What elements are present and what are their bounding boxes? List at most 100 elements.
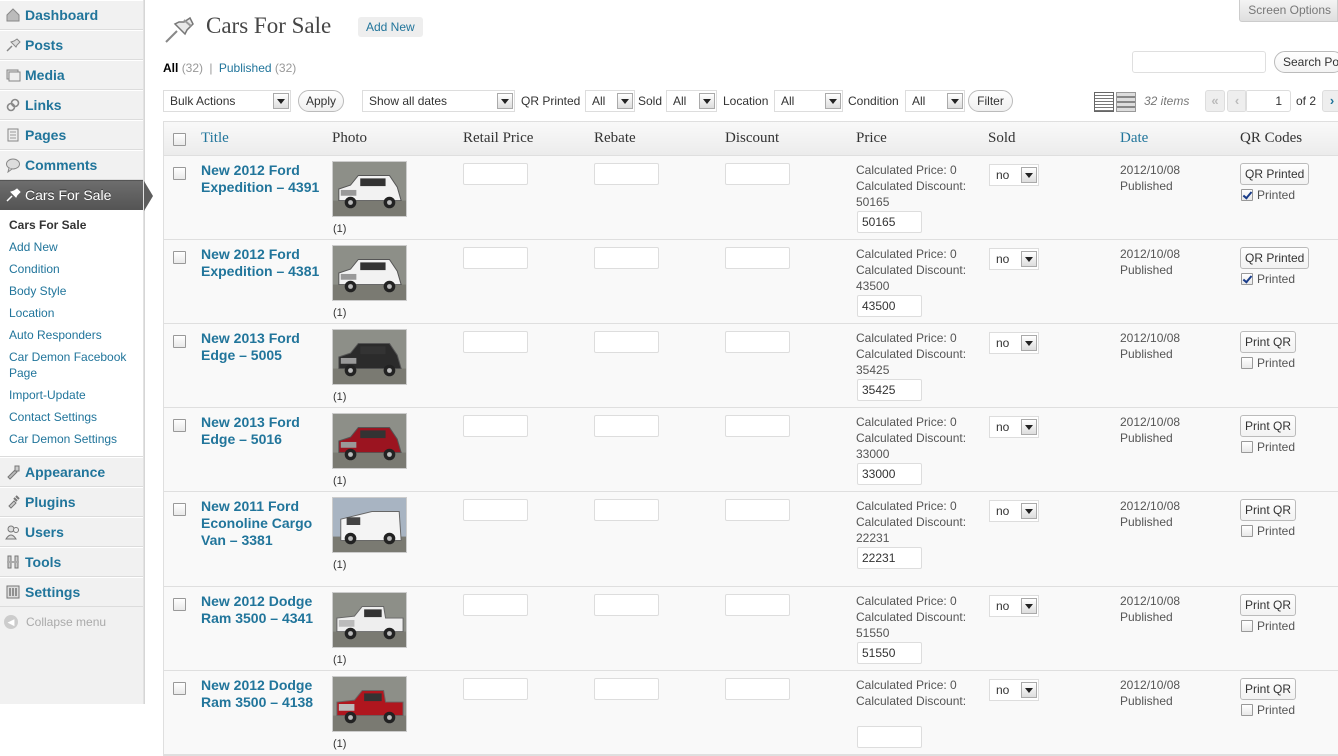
row-checkbox[interactable] (173, 682, 186, 695)
search-posts-button[interactable]: Search Po (1274, 51, 1338, 73)
car-photo[interactable] (332, 592, 407, 648)
discount-input[interactable] (725, 594, 790, 616)
car-photo[interactable] (332, 497, 407, 553)
submenu-item-car-demon-facebook-page[interactable]: Car Demon Facebook Page (0, 346, 144, 384)
condition-filter-select[interactable]: All (905, 90, 965, 112)
printed-checkbox[interactable] (1241, 704, 1253, 716)
printed-checkbox[interactable] (1241, 441, 1253, 453)
sold-select[interactable]: no (989, 500, 1039, 522)
view-published-link[interactable]: Published (219, 61, 272, 75)
discount-input[interactable] (725, 499, 790, 521)
car-title-link[interactable]: New 2012 Ford Expedition – 4391 (201, 162, 321, 196)
filter-button[interactable]: Filter (968, 90, 1013, 112)
qr-button[interactable]: QR Printed (1240, 163, 1310, 185)
submenu-item-add-new[interactable]: Add New (0, 236, 144, 258)
menu-item-links[interactable]: Links (0, 90, 144, 120)
discount-input[interactable] (725, 163, 790, 185)
price-input[interactable]: 43500 (857, 295, 922, 317)
qr-button[interactable]: Print QR (1240, 678, 1297, 700)
rebate-input[interactable] (594, 499, 659, 521)
menu-item-users[interactable]: Users (0, 517, 144, 547)
rebate-input[interactable] (594, 331, 659, 353)
row-checkbox[interactable] (173, 167, 186, 180)
car-title-link[interactable]: New 2012 Ford Expedition – 4381 (201, 246, 321, 280)
menu-item-plugins[interactable]: Plugins (0, 487, 144, 517)
printed-checkbox[interactable] (1241, 620, 1253, 632)
printed-checkbox[interactable] (1241, 189, 1253, 201)
car-photo[interactable] (332, 676, 407, 732)
search-input[interactable] (1132, 51, 1266, 73)
column-title[interactable]: Title (201, 130, 229, 147)
sold-select[interactable]: no (989, 679, 1039, 701)
car-photo[interactable] (332, 245, 407, 301)
submenu-item-cars-for-sale[interactable]: Cars For Sale (0, 214, 144, 236)
discount-input[interactable] (725, 415, 790, 437)
bulk-actions-select[interactable]: Bulk Actions (163, 90, 291, 112)
retail-price-input[interactable] (463, 594, 528, 616)
submenu-item-import-update[interactable]: Import-Update (0, 384, 144, 406)
apply-button[interactable]: Apply (298, 90, 344, 112)
sold-select[interactable]: no (989, 248, 1039, 270)
printed-checkbox[interactable] (1241, 273, 1253, 285)
printed-checkbox[interactable] (1241, 357, 1253, 369)
select-all-checkbox[interactable] (173, 133, 186, 146)
retail-price-input[interactable] (463, 247, 528, 269)
qr-button[interactable]: QR Printed (1240, 247, 1310, 269)
date-filter-select[interactable]: Show all dates (362, 90, 515, 112)
car-photo[interactable] (332, 329, 407, 385)
car-title-link[interactable]: New 2012 Dodge Ram 3500 – 4341 (201, 593, 321, 627)
discount-input[interactable] (725, 247, 790, 269)
rebate-input[interactable] (594, 247, 659, 269)
discount-input[interactable] (725, 331, 790, 353)
submenu-item-car-demon-settings[interactable]: Car Demon Settings (0, 428, 144, 450)
add-new-button[interactable]: Add New (358, 17, 423, 37)
location-filter-select[interactable]: All (774, 90, 843, 112)
car-photo[interactable] (332, 413, 407, 469)
first-page-button[interactable]: « (1205, 90, 1225, 112)
car-title-link[interactable]: New 2013 Ford Edge – 5016 (201, 414, 321, 448)
submenu-item-location[interactable]: Location (0, 302, 144, 324)
row-checkbox[interactable] (173, 503, 186, 516)
car-title-link[interactable]: New 2012 Dodge Ram 3500 – 4138 (201, 677, 321, 711)
qr-printed-select[interactable]: All (585, 90, 635, 112)
rebate-input[interactable] (594, 594, 659, 616)
screen-options-button[interactable]: Screen Options (1239, 0, 1338, 22)
sold-select[interactable]: no (989, 164, 1039, 186)
retail-price-input[interactable] (463, 678, 528, 700)
price-input[interactable]: 33000 (857, 463, 922, 485)
printed-checkbox[interactable] (1241, 525, 1253, 537)
prev-page-button[interactable]: ‹ (1227, 90, 1247, 112)
row-checkbox[interactable] (173, 335, 186, 348)
car-title-link[interactable]: New 2013 Ford Edge – 5005 (201, 330, 321, 364)
excerpt-view-icon[interactable] (1116, 92, 1136, 112)
next-page-button[interactable]: › (1322, 90, 1338, 112)
price-input[interactable]: 50165 (857, 211, 922, 233)
menu-item-settings[interactable]: Settings (0, 577, 144, 607)
car-photo[interactable] (332, 161, 407, 217)
menu-item-appearance[interactable]: Appearance (0, 457, 144, 487)
menu-item-posts[interactable]: Posts (0, 30, 144, 60)
sold-filter-select[interactable]: All (666, 90, 717, 112)
current-page-input[interactable]: 1 (1245, 90, 1291, 112)
submenu-item-body-style[interactable]: Body Style (0, 280, 144, 302)
qr-button[interactable]: Print QR (1240, 415, 1297, 437)
submenu-item-condition[interactable]: Condition (0, 258, 144, 280)
rebate-input[interactable] (594, 415, 659, 437)
rebate-input[interactable] (594, 163, 659, 185)
retail-price-input[interactable] (463, 331, 528, 353)
sold-select[interactable]: no (989, 416, 1039, 438)
menu-item-tools[interactable]: Tools (0, 547, 144, 577)
price-input[interactable]: 22231 (857, 547, 922, 569)
retail-price-input[interactable] (463, 163, 528, 185)
column-date[interactable]: Date (1120, 130, 1148, 147)
submenu-item-contact-settings[interactable]: Contact Settings (0, 406, 144, 428)
retail-price-input[interactable] (463, 499, 528, 521)
row-checkbox[interactable] (173, 598, 186, 611)
price-input[interactable]: 35425 (857, 379, 922, 401)
menu-item-comments[interactable]: Comments (0, 150, 144, 180)
qr-button[interactable]: Print QR (1240, 499, 1297, 521)
menu-item-dashboard[interactable]: Dashboard (0, 0, 144, 30)
qr-button[interactable]: Print QR (1240, 594, 1297, 616)
menu-item-pages[interactable]: Pages (0, 120, 144, 150)
view-all-link[interactable]: All (163, 61, 178, 75)
